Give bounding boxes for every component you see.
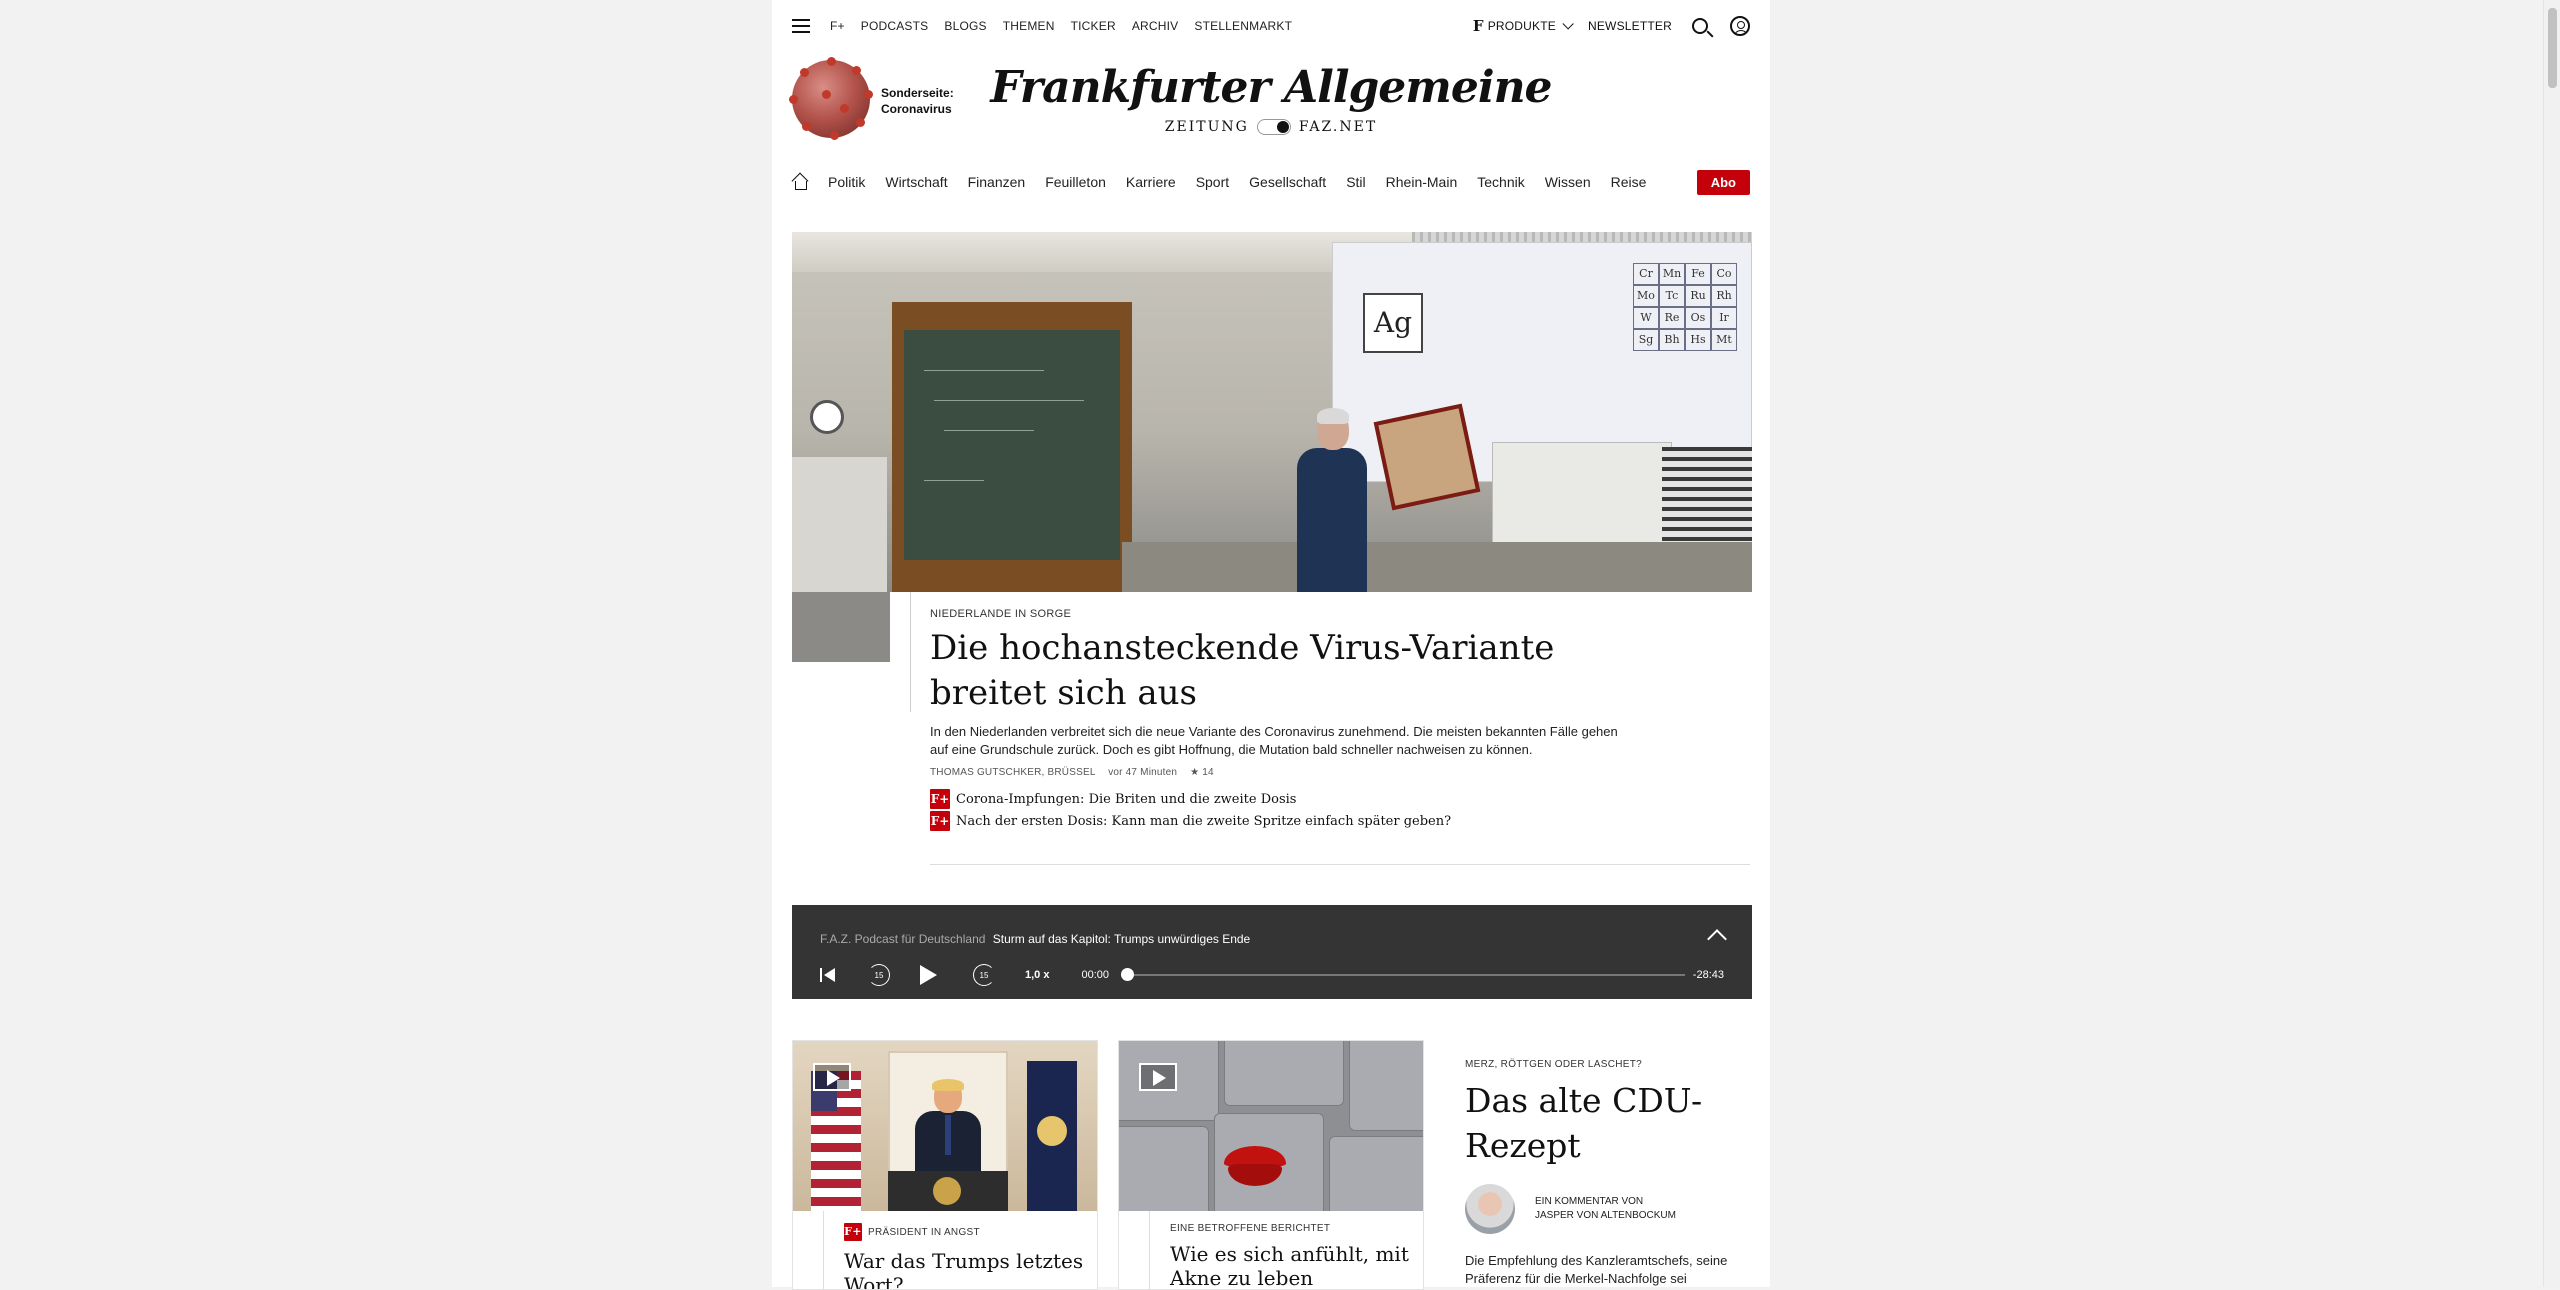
hero-author: THOMAS GUTSCHKER, BRÜSSEL (930, 767, 1096, 778)
logo-name: Frankfurter Allgemeine (990, 62, 1552, 113)
commentary-headline[interactable]: Das alte CDU-Rezept (1465, 1078, 1755, 1168)
article-card-akne[interactable]: EINE BETROFFENE BERICHTET Wie es sich an… (1118, 1040, 1424, 1290)
topnav-stellenmarkt[interactable]: STELLENMARKT (1194, 19, 1292, 33)
topnav-podcasts[interactable]: PODCASTS (861, 19, 929, 33)
hero-article: NIEDERLANDE IN SORGE Die hochansteckende… (910, 592, 1732, 713)
topnav-fplus[interactable]: F+ (830, 19, 845, 33)
hero-image-overhang (792, 592, 890, 662)
topnav-themen[interactable]: THEMEN (1003, 19, 1055, 33)
scrollbar[interactable] (2543, 0, 2560, 1287)
menu-icon[interactable] (792, 19, 810, 33)
commentary-description[interactable]: Die Empfehlung des Kanzleramtschefs, sei… (1465, 1252, 1755, 1288)
hero-stars: ★ 14 (1190, 767, 1214, 778)
card-image[interactable] (1119, 1041, 1423, 1211)
remaining-time: -28:43 (1692, 969, 1724, 981)
home-icon[interactable] (792, 174, 808, 190)
card-kicker: EINE BETROFFENE BERICHTET (1170, 1223, 1331, 1234)
player-title: F.A.Z. Podcast für Deutschland Sturm auf… (820, 932, 1250, 946)
fplus-icon: F+ (844, 1223, 862, 1241)
nav-reise[interactable]: Reise (1611, 174, 1647, 190)
progress-bar[interactable] (1121, 968, 1685, 981)
fplus-icon: F+ (930, 789, 950, 809)
card-kicker: F+ PRÄSIDENT IN ANGST (844, 1223, 1087, 1241)
card-headline[interactable]: War das Trumps letztes Wort? (844, 1249, 1087, 1289)
podcast-player: F.A.Z. Podcast für Deutschland Sturm auf… (792, 905, 1752, 999)
hero-time: vor 47 Minuten (1108, 767, 1178, 778)
topnav-archiv[interactable]: ARCHIV (1132, 19, 1179, 33)
edition-faznet[interactable]: FAZ.NET (1299, 119, 1377, 135)
nav-finanzen[interactable]: Finanzen (968, 174, 1026, 190)
nav-rhein-main[interactable]: Rhein-Main (1386, 174, 1458, 190)
scrollbar-thumb[interactable] (2548, 8, 2557, 88)
player-episode[interactable]: Sturm auf das Kapitol: Trumps unwürdiges… (993, 932, 1250, 946)
topnav-blogs[interactable]: BLOGS (944, 19, 986, 33)
nav-wissen[interactable]: Wissen (1545, 174, 1591, 190)
card-headline[interactable]: Wie es sich anfühlt, mit Akne zu leben (1170, 1242, 1413, 1289)
main-nav: Politik Wirtschaft Finanzen Feuilleton K… (792, 168, 1750, 196)
video-icon (1139, 1063, 1177, 1091)
progress-handle[interactable] (1121, 968, 1134, 981)
newsletter-link[interactable]: NEWSLETTER (1588, 19, 1672, 33)
nav-wirtschaft[interactable]: Wirtschaft (885, 174, 947, 190)
abo-button[interactable]: Abo (1696, 169, 1750, 195)
current-time: 00:00 (1081, 969, 1109, 981)
card-image[interactable] (793, 1041, 1097, 1211)
hero-description[interactable]: In den Niederlanden verbreitet sich die … (930, 723, 1620, 759)
site-logo[interactable]: Frankfurter Allgemeine ZEITUNG FAZ.NET (772, 62, 1770, 135)
commentary-kicker: MERZ, RÖTTGEN ODER LASCHET? (1465, 1059, 1643, 1070)
related-link-2[interactable]: F+ Nach der ersten Dosis: Kann man die z… (930, 811, 1630, 831)
article-card-trump[interactable]: F+ PRÄSIDENT IN ANGST War das Trumps let… (792, 1040, 1098, 1290)
commentary-teaser[interactable]: MERZ, RÖTTGEN ODER LASCHET? Das alte CDU… (1465, 1040, 1755, 1288)
produkte-dropdown[interactable]: F PRODUKTE (1472, 17, 1574, 35)
hero-image[interactable]: Ag Cr Mn Fe Co Mo Tc Ru Rh W Re Os Ir Sg… (792, 232, 1752, 592)
user-icon[interactable] (1730, 16, 1750, 36)
skip-forward-icon[interactable]: 15 (973, 964, 995, 986)
author-name: JASPER VON ALTENBOCKUM (1535, 1210, 1676, 1221)
fplus-icon: F+ (930, 811, 950, 831)
nav-karriere[interactable]: Karriere (1126, 174, 1176, 190)
nav-gesellschaft[interactable]: Gesellschaft (1249, 174, 1326, 190)
related-link-1-text: Corona-Impfungen: Die Briten und die zwe… (956, 791, 1297, 807)
topbar-right: F PRODUKTE NEWSLETTER (1473, 16, 1750, 36)
produkte-label: PRODUKTE (1487, 19, 1556, 33)
edition-switch: ZEITUNG FAZ.NET (772, 119, 1770, 135)
hero-kicker[interactable]: NIEDERLANDE IN SORGE (930, 608, 1071, 620)
edition-zeitung[interactable]: ZEITUNG (1165, 119, 1249, 135)
playback-speed[interactable]: 1,0 x (1025, 969, 1049, 981)
chevron-down-icon (1562, 18, 1574, 30)
nav-feuilleton[interactable]: Feuilleton (1045, 174, 1106, 190)
commentary-author[interactable]: EIN KOMMENTAR VON JASPER VON ALTENBOCKUM (1465, 1184, 1755, 1234)
related-link-1[interactable]: F+ Corona-Impfungen: Die Briten und die … (930, 789, 1630, 809)
edition-toggle[interactable] (1256, 119, 1291, 135)
faz-f-logo-icon: F (1472, 17, 1484, 35)
player-series[interactable]: F.A.Z. Podcast für Deutschland (820, 932, 985, 946)
search-icon[interactable] (1692, 18, 1708, 34)
hero-byline: THOMAS GUTSCHKER, BRÜSSEL vor 47 Minuten… (930, 767, 1214, 778)
nav-politik[interactable]: Politik (828, 174, 865, 190)
avatar (1465, 1184, 1515, 1234)
chevron-up-icon[interactable] (1707, 929, 1727, 949)
related-link-2-text: Nach der ersten Dosis: Kann man die zwei… (956, 813, 1452, 829)
nav-sport[interactable]: Sport (1196, 174, 1229, 190)
previous-icon[interactable] (820, 967, 836, 983)
nav-technik[interactable]: Technik (1477, 174, 1524, 190)
hero-headline[interactable]: Die hochansteckende Virus-Variante breit… (930, 626, 1650, 716)
play-icon[interactable] (920, 965, 937, 985)
divider (930, 864, 1750, 865)
card-kicker-text: PRÄSIDENT IN ANGST (868, 1226, 980, 1238)
author-line-1: EIN KOMMENTAR VON (1535, 1196, 1644, 1207)
player-controls: 15 15 1,0 x 00:00 -28:43 (820, 963, 1724, 987)
top-bar: F+ PODCASTS BLOGS THEMEN TICKER ARCHIV S… (792, 12, 1750, 40)
nav-stil[interactable]: Stil (1346, 174, 1365, 190)
skip-back-icon[interactable]: 15 (868, 964, 890, 986)
video-icon (813, 1063, 851, 1091)
topnav-ticker[interactable]: TICKER (1071, 19, 1116, 33)
